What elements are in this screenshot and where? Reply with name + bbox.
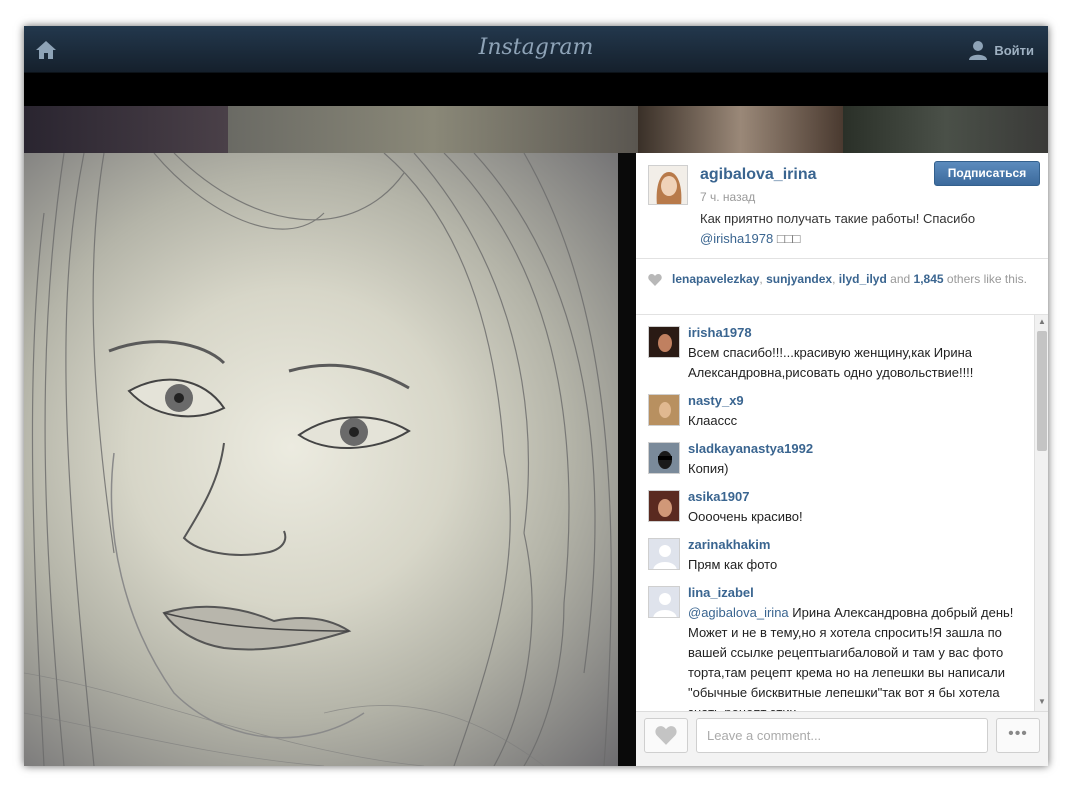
top-navigation-bar: Instagram Войти — [24, 26, 1048, 73]
comment-text: Клаассс — [688, 413, 738, 428]
login-button[interactable]: Войти — [968, 40, 1034, 60]
strip-thumbnail — [228, 106, 638, 154]
commenter-avatar-image — [649, 443, 679, 473]
scroll-up-arrow-icon[interactable]: ▲ — [1037, 317, 1047, 329]
post-photo[interactable] — [24, 153, 618, 766]
caption-mention[interactable]: @irisha1978 — [700, 231, 773, 246]
default-avatar-icon — [649, 539, 679, 569]
likes-others: others like this. — [946, 272, 1027, 286]
comment-item: asika1907 Оооочень красиво! — [648, 483, 1028, 531]
instagram-logo[interactable]: Instagram — [24, 35, 1048, 60]
comment-item: sladkayanastya1992 Копия) — [648, 435, 1028, 483]
comment-username[interactable]: sladkayanastya1992 — [688, 441, 813, 456]
login-label: Войти — [994, 42, 1034, 58]
owner-username[interactable]: agibalova_irina — [700, 166, 817, 184]
like-button[interactable] — [644, 718, 688, 753]
heart-icon — [648, 274, 662, 286]
post-timestamp[interactable]: 7 ч. назад — [700, 190, 755, 204]
likes-count[interactable]: 1,845 — [914, 272, 944, 286]
strip-thumbnail — [24, 106, 228, 154]
post-caption: Как приятно получать такие работы! Спаси… — [700, 209, 1020, 249]
comment-input[interactable] — [696, 718, 988, 753]
watermark: www.schlock.ru — [624, 70, 914, 114]
more-options-button[interactable]: ••• — [996, 718, 1040, 753]
comments-list: irisha1978 Всем спасибо!!!...красивую же… — [636, 315, 1034, 711]
commenter-avatar-image — [649, 395, 679, 425]
caption-text: Как приятно получать такие работы! Спаси… — [700, 211, 976, 226]
comment-body: Ирина Александровна добрый день!Может и … — [688, 605, 1014, 711]
caption-emoji: □□□ — [776, 231, 801, 246]
comment-username[interactable]: asika1907 — [688, 489, 749, 504]
user-icon — [969, 41, 988, 60]
instagram-window: Instagram Войти www.schlock.ru agibalova… — [24, 26, 1048, 766]
commenter-avatar[interactable] — [648, 442, 680, 474]
scrollbar-thumb[interactable] — [1037, 331, 1047, 451]
comment-text: Копия) — [688, 461, 729, 476]
comment-item: irisha1978 Всем спасибо!!!...красивую же… — [648, 319, 1028, 387]
commenter-avatar[interactable] — [648, 490, 680, 522]
default-avatar-icon — [649, 587, 679, 617]
comment-text: Оооочень красиво! — [688, 509, 803, 524]
commenter-avatar[interactable] — [648, 538, 680, 570]
comment-item: nasty_x9 Клаассс — [648, 387, 1028, 435]
liker-link[interactable]: ilyd_ilyd — [839, 272, 887, 286]
comment-bar: ••• — [636, 711, 1048, 766]
commenter-avatar[interactable] — [648, 326, 680, 358]
post-details-panel: agibalova_irina 7 ч. назад Как приятно п… — [636, 153, 1048, 766]
comment-username[interactable]: lina_izabel — [688, 585, 754, 600]
heart-icon — [655, 726, 677, 745]
comment-username[interactable]: nasty_x9 — [688, 393, 744, 408]
follow-button[interactable]: Подписаться — [934, 161, 1040, 186]
liker-link[interactable]: sunjyandex — [766, 272, 832, 286]
liker-link[interactable]: lenapavelezkay — [672, 272, 759, 286]
comment-username[interactable]: irisha1978 — [688, 325, 752, 340]
comment-item: zarinakhakim Прям как фото — [648, 531, 1028, 579]
scroll-down-arrow-icon[interactable]: ▼ — [1037, 697, 1047, 709]
likes-and: and — [890, 272, 911, 286]
comment-text: @agibalova_irina Ирина Александровна доб… — [688, 603, 1018, 711]
owner-avatar[interactable] — [648, 165, 688, 205]
post-owner-section: agibalova_irina 7 ч. назад Как приятно п… — [636, 153, 1048, 259]
comment-item: lina_izabel @agibalova_irina Ирина Алекс… — [648, 579, 1028, 711]
comment-text: Всем спасибо!!!...красивую женщину,как И… — [688, 345, 974, 380]
portrait-sketch — [24, 153, 612, 766]
commenter-avatar-image — [649, 327, 679, 357]
comment-text: Прям как фото — [688, 557, 778, 572]
commenter-avatar[interactable] — [648, 586, 680, 618]
photo-divider — [618, 153, 636, 766]
comment-username[interactable]: zarinakhakim — [688, 537, 770, 552]
commenter-avatar[interactable] — [648, 394, 680, 426]
likes-section: lenapavelezkay, sunjyandex, ilyd_ilyd an… — [636, 259, 1048, 315]
commenter-avatar-image — [649, 491, 679, 521]
comments-scrollbar[interactable]: ▲ ▼ — [1034, 315, 1048, 711]
owner-avatar-image — [649, 166, 687, 204]
comment-mention[interactable]: @agibalova_irina — [688, 605, 789, 620]
